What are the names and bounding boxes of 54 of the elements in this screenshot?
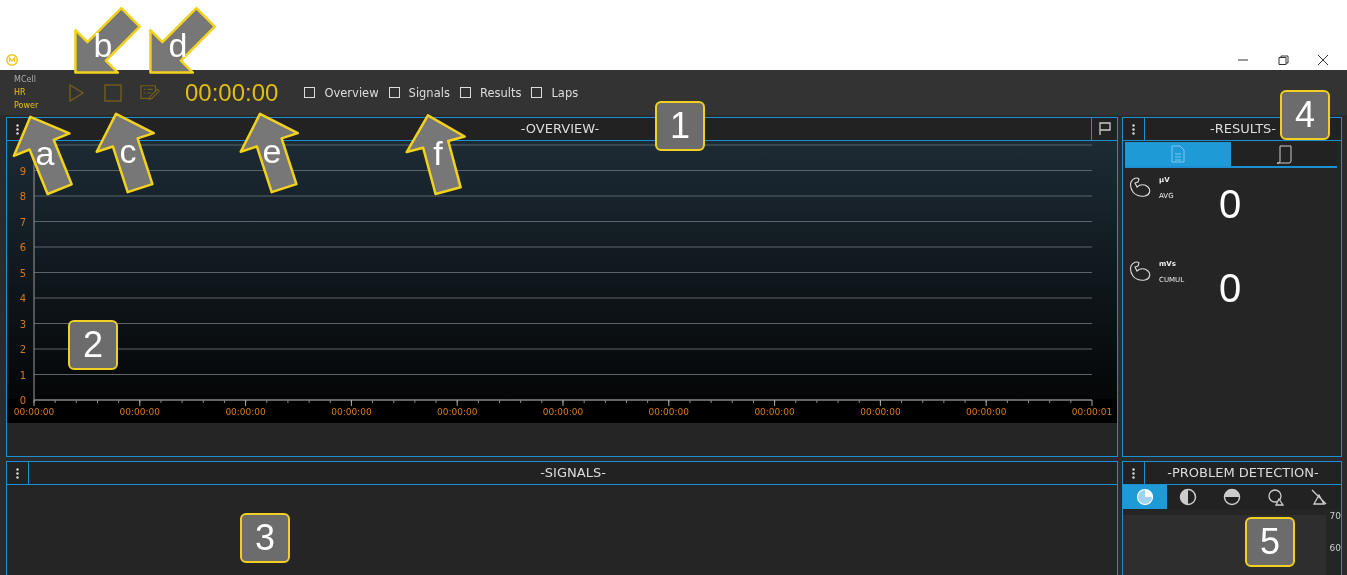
tick-label: 00:00:00: [966, 407, 1007, 417]
callout-badge: 2: [68, 320, 118, 370]
callout-badge: 3: [240, 513, 290, 563]
tick-label: 7: [19, 216, 26, 228]
tick-label: 6: [19, 242, 26, 253]
panel-title: -RESULTS-: [1209, 120, 1276, 138]
view-checkbox[interactable]: Results: [459, 85, 522, 100]
tick-label: 9: [19, 165, 26, 177]
view-checkbox[interactable]: Laps: [531, 85, 579, 100]
view-checkbox[interactable]: Signals: [388, 85, 450, 100]
tick-label: 00:00:01: [1071, 407, 1113, 417]
source-label[interactable]: HR: [14, 86, 66, 99]
tick-label: 00:00:00: [13, 407, 55, 417]
scroll-icon: [1275, 144, 1293, 164]
tick-label: 2: [19, 344, 26, 355]
crossed-warning-icon: [1310, 488, 1329, 506]
tick-label: 00:00:00: [860, 407, 901, 417]
tick-label: 00:00:00: [437, 407, 478, 417]
tick-label: 00:00:00: [542, 407, 584, 417]
source-label[interactable]: MCell: [14, 73, 66, 86]
tick-label: 00:00:00: [648, 407, 689, 417]
menu-icon: [16, 123, 19, 135]
callout-badge: 5: [1245, 517, 1295, 567]
tick-label: 3: [19, 318, 26, 330]
source-label[interactable]: Power: [14, 99, 66, 112]
panel-title: -SIGNALS-: [540, 464, 606, 482]
tick-label: 00:00:00: [119, 407, 160, 417]
panel-title: -PROBLEM DETECTION-: [1167, 464, 1319, 482]
callout-badge: 4: [1280, 90, 1330, 140]
tick-label: 1: [19, 369, 26, 381]
tick-label: 00:00:00: [754, 407, 795, 417]
pie-chart-icon: [1135, 488, 1154, 506]
app-logo-icon: [6, 54, 18, 66]
search-warning-icon: [1266, 488, 1285, 506]
half-circle-icon: [1223, 488, 1241, 506]
contrast-icon: [1179, 488, 1198, 506]
tick-label: 00:00:00: [225, 407, 266, 417]
menu-icon: [1132, 123, 1135, 135]
tick-label: 60: [1329, 543, 1341, 553]
view-checkbox[interactable]: Overview: [304, 85, 379, 100]
panel-title: -OVERVIEW-: [520, 120, 600, 138]
menu-icon: [16, 467, 19, 479]
flag-icon: [1097, 122, 1112, 136]
tick-label: 70: [1329, 511, 1341, 521]
callout-badge: 1: [655, 101, 705, 151]
tick-label: 00:00:00: [331, 407, 372, 417]
metric-value: 0: [1219, 182, 1242, 227]
metric-value: 0: [1219, 266, 1242, 311]
tick-label: 0: [19, 395, 26, 406]
menu-icon: [1132, 467, 1135, 479]
tick-label: 4: [19, 293, 26, 304]
tick-label: 5: [19, 267, 26, 279]
document-icon: [1171, 145, 1185, 163]
tick-label: 8: [19, 191, 26, 202]
